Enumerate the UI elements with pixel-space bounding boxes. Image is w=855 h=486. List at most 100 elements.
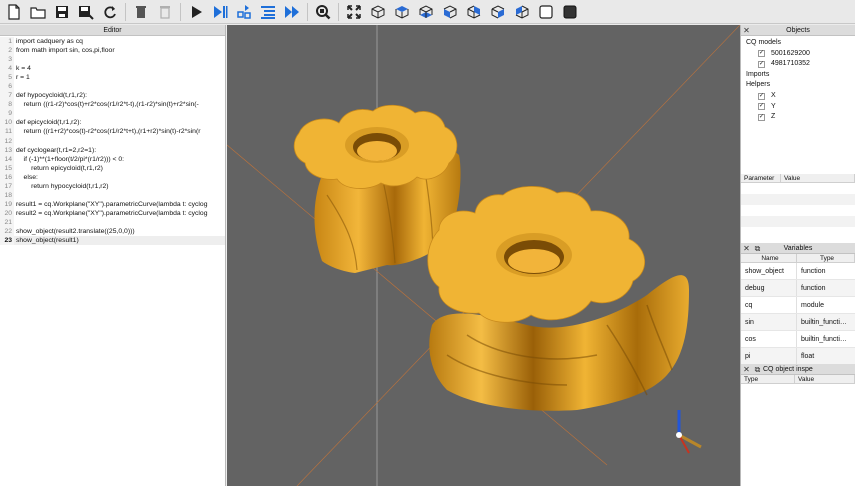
tree-item-model[interactable]: ✓ 4981710352 [746,59,855,70]
front-view-icon[interactable] [440,2,459,21]
column-header[interactable]: Type [741,375,795,383]
code-text: show_object(result2.translate((25,0,0))) [16,227,135,235]
objects-title: Objects [786,26,810,34]
parameter-table-body[interactable] [741,183,855,233]
tree-item-helper[interactable]: ✓ X [746,91,855,102]
table-row[interactable]: sin builtin_functi… [741,314,855,331]
parameter-table-header: Parameter Value [741,174,855,183]
shaded-icon[interactable] [560,2,579,21]
column-header[interactable]: Name [741,254,797,262]
code-line[interactable]: 11 return ((r1+r2)*cos(t)-r2*cos(r1/r2*t… [0,127,225,137]
tree-item-model[interactable]: ✓ 5001629200 [746,49,855,60]
code-editor[interactable]: 1 import cadquery as cq 2 from math import … [0,37,225,486]
code-text: result2 = cq.Workplane("XY").parametricC… [16,209,208,217]
checkbox[interactable]: ✓ [758,113,765,121]
wireframe-icon[interactable] [536,2,555,21]
checkbox[interactable]: ✓ [758,50,765,58]
table-row[interactable]: cos builtin_functi… [741,331,855,348]
save-as-icon[interactable] [76,2,95,21]
fit-icon[interactable] [313,2,332,21]
run-icon[interactable] [186,2,205,21]
code-line[interactable]: 3 [0,55,225,65]
code-line[interactable]: 17 return hypocycloid(t,r1,r2) [0,181,225,191]
checkbox[interactable]: ✓ [758,103,765,111]
code-line[interactable]: 18 [0,190,225,200]
line-number: 9 [0,109,14,119]
line-number: 2 [0,46,14,56]
code-line[interactable]: 8 return ((r1-r2)*cos(t)+r2*cos(r1/r2*t-… [0,100,225,110]
objects-titlebar: ✕ Objects [741,25,855,36]
viewport-canvas[interactable] [227,25,740,486]
code-line[interactable]: 14 if (-1)**(1+floor(t/2/pi*(r1/r2))) < … [0,154,225,164]
3d-viewport[interactable] [227,25,740,486]
tree-item-imports[interactable]: Imports [746,70,855,81]
tree-root[interactable]: CQ models [746,38,855,49]
code-line[interactable]: 9 [0,109,225,119]
column-header[interactable]: Value [795,375,855,383]
debug-step-icon[interactable] [210,2,229,21]
column-header[interactable]: Parameter [741,174,781,182]
iso-view-icon[interactable] [368,2,387,21]
delete-all-icon[interactable] [155,2,174,21]
code-text: return ((r1-r2)*cos(t)+r2*cos(r1/r2*t-t)… [16,101,199,109]
code-line[interactable]: 10 def epicycloid(t,r1,r2): [0,118,225,128]
new-file-icon[interactable] [4,2,23,21]
right-view-icon[interactable] [512,2,531,21]
code-line[interactable]: 7 def hypocycloid(t,r1,r2): [0,91,225,101]
float-icon[interactable]: ⧉ [752,364,763,375]
code-text: import cadquery as cq [16,38,83,45]
delete-icon[interactable] [131,2,150,21]
line-number: 12 [0,136,14,146]
step-in-icon[interactable] [258,2,277,21]
code-line[interactable]: 15 return epicycloid(t,r1,r2) [0,163,225,173]
code-line[interactable]: 6 [0,82,225,92]
code-line[interactable]: 1 import cadquery as cq [0,37,225,47]
line-number: 21 [0,217,14,227]
table-row[interactable]: pi float [741,348,855,365]
checkbox[interactable]: ✓ [758,92,765,100]
table-row[interactable]: debug function [741,280,855,297]
code-line[interactable]: 16 else: [0,172,225,182]
code-line[interactable]: 19 result1 = cq.Workplane("XY").parametri… [0,199,225,209]
tree-item-helpers[interactable]: Helpers [746,80,855,91]
code-line[interactable]: 13 def cyclogear(t,r1=2,r2=1): [0,145,225,155]
top-view-icon[interactable] [392,2,411,21]
close-icon[interactable]: ✕ [741,243,752,254]
variables-table-body[interactable]: show_object function debug function cq module… [741,263,855,365]
table-row[interactable]: cq module [741,297,855,314]
code-line[interactable]: 12 [0,136,225,146]
code-line[interactable]: 2 from math import sin, cos,pi,floor [0,46,225,56]
line-number: 8 [0,100,14,110]
code-line[interactable]: 22 show_object(result2.translate((25,0,0)… [0,226,225,237]
back-view-icon[interactable] [464,2,483,21]
step-over-icon[interactable] [282,2,301,21]
open-folder-icon[interactable] [28,2,47,21]
close-icon[interactable]: ✕ [741,364,752,375]
column-header[interactable]: Value [781,174,855,182]
continue-icon[interactable] [234,2,253,21]
code-line[interactable]: 21 [0,217,225,227]
code-line[interactable]: 20 result2 = cq.Workplane("XY").parametri… [0,208,225,218]
code-text: def hypocycloid(t,r1,r2): [16,92,88,100]
tree-item-helper[interactable]: ✓ Y [746,102,855,113]
code-line[interactable]: 5r = 1 [0,73,225,83]
code-line[interactable]: 23 show_object(result1) [0,236,225,246]
table-row[interactable]: show_object function [741,263,855,280]
zoom-extents-icon[interactable] [344,2,363,21]
column-header[interactable]: Type [797,254,855,262]
code-line[interactable]: 4k = 4 [0,64,225,74]
save-icon[interactable] [52,2,71,21]
float-icon[interactable]: ⧉ [752,243,763,254]
bottom-view-icon[interactable] [416,2,435,21]
tree-item-helper[interactable]: ✓ Z [746,112,855,123]
reload-icon[interactable] [100,2,119,21]
close-icon[interactable]: ✕ [741,25,752,36]
checkbox[interactable]: ✓ [758,60,765,68]
left-view-icon[interactable] [488,2,507,21]
code-text: result1 = cq.Workplane("XY").parametricC… [16,200,208,208]
gear-model-2[interactable] [427,186,689,411]
